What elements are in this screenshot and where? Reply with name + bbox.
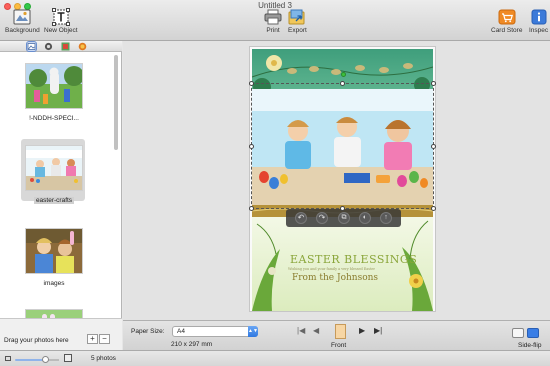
page-label: Front [331, 342, 347, 349]
card-page-frame: EASTER BLESSINGS Wishing you and your fa… [249, 46, 436, 312]
photo-caption: easter-crafts [33, 197, 75, 204]
inspector-label: Inspec [529, 27, 549, 34]
printer-icon [264, 8, 282, 26]
top-flip-button[interactable] [512, 328, 524, 338]
adjust-icon[interactable]: ◐ [359, 212, 371, 224]
thumbnail-size-slider[interactable] [15, 359, 59, 361]
photo-thumbnail [25, 228, 83, 274]
remove-photo-button[interactable]: − [99, 334, 110, 344]
selection-handle[interactable] [340, 81, 345, 86]
selection-handle[interactable] [249, 81, 254, 86]
select-arrow-icon: ▲▼ [248, 326, 258, 337]
last-page-icon[interactable]: ▶| [374, 326, 382, 335]
new-object-button[interactable]: New Object [44, 8, 78, 34]
bring-forward-icon[interactable]: ↑ [380, 212, 392, 224]
design-canvas: EASTER BLESSINGS Wishing you and your fa… [123, 41, 550, 320]
card-title[interactable]: EASTER BLESSINGS [290, 253, 417, 266]
export-label: Export [288, 27, 307, 34]
image-tab-icon[interactable] [61, 42, 70, 51]
export-icon [288, 8, 306, 26]
text-object-icon [51, 8, 70, 26]
card-signature[interactable]: From the Johnsons [292, 273, 378, 283]
selection-handle[interactable] [431, 81, 436, 86]
paper-dimensions: 210 x 297 mm [171, 341, 213, 348]
paper-size-value: A4 [177, 328, 185, 335]
next-page-icon[interactable]: ▶ [359, 326, 365, 335]
paper-size-label: Paper Size: [131, 328, 165, 335]
selection-handle[interactable] [249, 206, 254, 211]
photo-caption: images [43, 280, 65, 287]
rotate-right-icon[interactable]: ↷ [316, 212, 328, 224]
selection-handle[interactable] [249, 144, 254, 149]
small-thumbnail-icon[interactable] [5, 356, 11, 361]
photo-sidebar: !-NDDH-SPECI... easter-crafts images Dra… [0, 41, 122, 350]
sidebar-tabs [0, 41, 122, 52]
photo-edit-toolbar: ↶ ↷ ⧉ ◐ ↑ [286, 209, 401, 227]
previous-page-icon[interactable]: ◀ [313, 326, 319, 335]
photo-count: 5 photos [91, 355, 116, 362]
print-button[interactable]: Print [264, 8, 282, 34]
page-settings-bar: Paper Size: A4 ▲▼ 210 x 297 mm |◀ ◀ Fron… [123, 320, 550, 350]
photo-item[interactable]: !-NDDH-SPECI... [22, 63, 86, 122]
first-page-icon[interactable]: |◀ [297, 326, 305, 335]
sidebar-scrollbar[interactable] [113, 53, 119, 318]
background-icon [13, 8, 31, 26]
photo-caption: !-NDDH-SPECI... [29, 115, 79, 122]
card-store-label: Card Store [491, 27, 523, 34]
photo-thumbnail [25, 145, 83, 191]
info-icon [530, 8, 548, 26]
crop-icon[interactable]: ⧉ [338, 212, 350, 224]
card-subtitle[interactable]: Wishing you and your family a very bless… [288, 267, 375, 271]
background-button[interactable]: Background [5, 8, 40, 34]
photo-item[interactable] [22, 309, 86, 318]
selection-handle[interactable] [431, 144, 436, 149]
photo-thumbnail [25, 63, 83, 109]
photo-item[interactable]: easter-crafts [21, 139, 86, 204]
slider-knob[interactable] [42, 356, 49, 363]
window-toolbar: Untitled 3 Background New Object Print E… [0, 0, 550, 41]
photo-selection-box[interactable] [249, 72, 436, 211]
add-photo-button[interactable]: + [87, 334, 98, 344]
selection-handle[interactable] [431, 206, 436, 211]
drag-photos-hint: Drag your photos here [4, 337, 69, 344]
color-tab-icon[interactable] [78, 42, 87, 51]
media-tab-icon[interactable] [44, 42, 53, 51]
side-flip-label: Side-flip [518, 342, 542, 349]
rotation-handle[interactable] [341, 72, 346, 77]
photo-list: !-NDDH-SPECI... easter-crafts images [0, 53, 112, 318]
inspector-button[interactable]: Inspec [529, 8, 548, 34]
sidebar-footer: Drag your photos here + − [0, 318, 122, 350]
card-store-button[interactable]: Card Store [491, 8, 522, 34]
paper-size-select[interactable]: A4 ▲▼ [172, 326, 258, 337]
rotate-left-icon[interactable]: ↶ [295, 212, 307, 224]
scrollbar-thumb[interactable] [114, 55, 118, 150]
status-bar: 5 photos [0, 350, 550, 366]
photos-tab-icon[interactable] [26, 41, 37, 52]
photo-thumbnail [25, 309, 83, 318]
new-object-label: New Object [44, 27, 78, 34]
print-label: Print [266, 27, 280, 34]
front-page-thumbnail[interactable] [335, 324, 346, 339]
photo-item[interactable]: images [22, 228, 86, 287]
export-button[interactable]: Export [288, 8, 307, 34]
large-thumbnail-icon[interactable] [64, 354, 72, 362]
background-label: Background [5, 27, 40, 34]
selection-handle[interactable] [340, 206, 345, 211]
side-flip-button[interactable] [527, 328, 539, 338]
store-cart-icon [498, 8, 516, 26]
